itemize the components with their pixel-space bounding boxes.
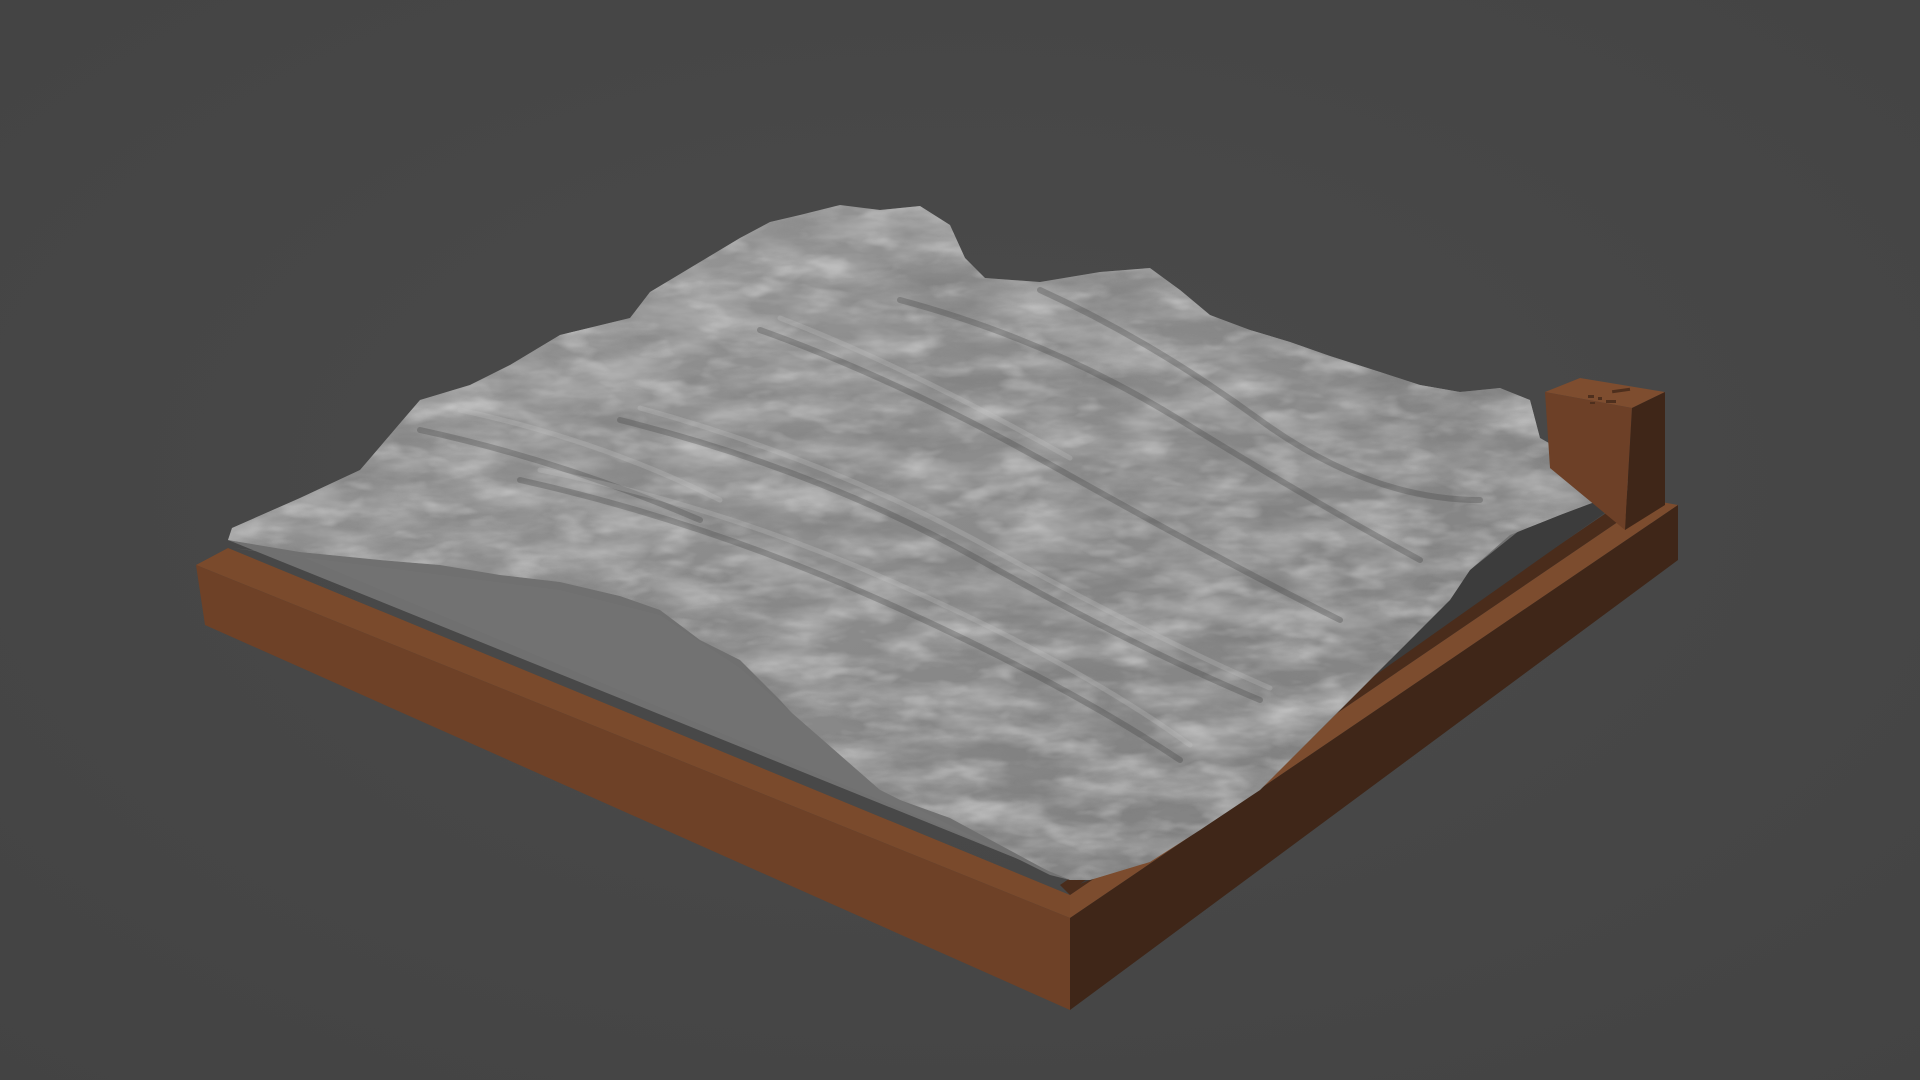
terrain-model-render <box>0 0 1920 1080</box>
3d-viewport[interactable] <box>0 0 1920 1080</box>
